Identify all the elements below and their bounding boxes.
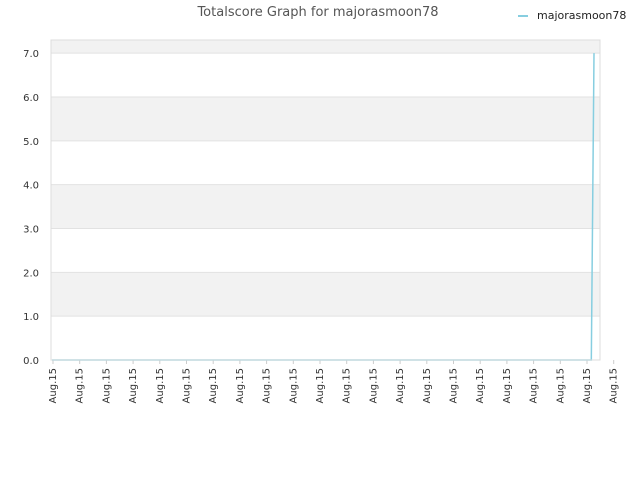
plot-band bbox=[51, 53, 600, 97]
plot-band bbox=[51, 96, 600, 141]
x-tick-label: Aug.15 bbox=[315, 368, 326, 403]
y-tick-label: 7.0 bbox=[23, 49, 39, 60]
y-tick-label: 2.0 bbox=[23, 268, 39, 279]
plot-band bbox=[51, 272, 600, 317]
x-tick-label: Aug.15 bbox=[529, 368, 540, 403]
x-tick-label: Aug.15 bbox=[475, 368, 486, 403]
x-tick-label: Aug.15 bbox=[342, 368, 353, 403]
x-tick-label: Aug.15 bbox=[288, 368, 299, 403]
plot-band bbox=[51, 184, 600, 229]
x-tick-label: Aug.15 bbox=[555, 368, 566, 403]
x-tick-label: Aug.15 bbox=[368, 368, 379, 403]
plot-band bbox=[51, 316, 600, 360]
x-tick-label: Aug.15 bbox=[395, 368, 406, 403]
x-tick-label: Aug.15 bbox=[502, 368, 513, 403]
x-tick-label: Aug.15 bbox=[449, 368, 460, 403]
y-tick-label: 3.0 bbox=[23, 224, 39, 235]
plot-band bbox=[51, 140, 600, 185]
x-tick-label: Aug.15 bbox=[75, 368, 86, 403]
x-tick-label: Aug.15 bbox=[48, 368, 59, 403]
legend-label: majorasmoon78 bbox=[537, 9, 626, 22]
chart-title: Totalscore Graph for majorasmoon78 bbox=[196, 5, 438, 20]
x-tick-label: Aug.15 bbox=[182, 368, 193, 403]
legend: majorasmoon78 bbox=[518, 9, 626, 22]
y-tick-label: 6.0 bbox=[23, 93, 39, 104]
y-tick-label: 0.0 bbox=[23, 356, 39, 367]
x-tick-label: Aug.15 bbox=[262, 368, 273, 403]
x-tick-label: Aug.15 bbox=[155, 368, 166, 403]
plot-bands bbox=[51, 40, 600, 360]
x-tick-label: Aug.15 bbox=[235, 368, 246, 403]
x-tick-label: Aug.15 bbox=[101, 368, 112, 403]
plot-band bbox=[51, 40, 600, 54]
y-tick-label: 1.0 bbox=[23, 312, 39, 323]
y-tick-label: 4.0 bbox=[23, 181, 39, 192]
x-tick-label: Aug.15 bbox=[609, 368, 620, 403]
x-tick-label: Aug.15 bbox=[208, 368, 219, 403]
y-axis-ticks: 0.0 1.0 2.0 3.0 4.0 5.0 6.0 7.0 bbox=[23, 49, 39, 367]
plot-band bbox=[51, 228, 600, 273]
x-axis-ticks: Aug.15 Aug.15 Aug.15 Aug.15 Aug.15 Aug.15 Aug.… bbox=[48, 360, 620, 403]
y-tick-label: 5.0 bbox=[23, 137, 39, 148]
totalscore-chart: Totalscore Graph for majorasmoon78 major… bbox=[23, 5, 626, 403]
x-tick-label: Aug.15 bbox=[582, 368, 593, 403]
x-tick-label: Aug.15 bbox=[128, 368, 139, 403]
x-tick-label: Aug.15 bbox=[422, 368, 433, 403]
